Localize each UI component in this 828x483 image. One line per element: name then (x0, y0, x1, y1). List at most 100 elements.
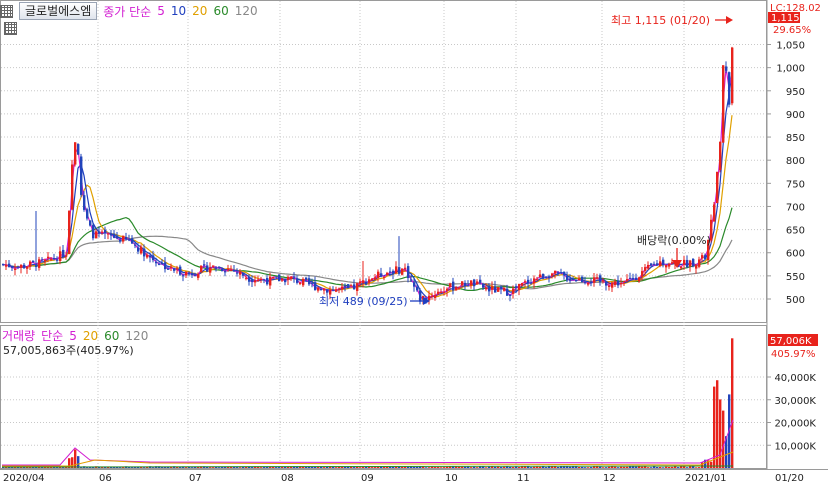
chart-window: 1,050 1,000 950 900 850 800 750 700 650 600 550 500… (0, 0, 828, 483)
candle-body (161, 263, 164, 265)
candle-body (200, 265, 203, 273)
volume-bar (473, 466, 476, 468)
volume-bar (326, 466, 329, 468)
volume-tick-label: 30,000K (774, 396, 816, 407)
price-tick-label: 950 (786, 87, 805, 98)
volume-bar (434, 467, 437, 468)
x-axis-labels: 2020/04 06 07 08 09 10 11 12 2021/01 01/20 (3, 473, 804, 483)
candle-body (626, 279, 629, 281)
price-panel-frame (0, 0, 767, 323)
volume-bar (443, 467, 446, 468)
candle-body (98, 231, 101, 234)
candle-body (527, 279, 530, 284)
candle-body (185, 271, 188, 276)
vol-ma-5-label: 5 (69, 328, 77, 343)
candle-body (275, 276, 278, 278)
candle-body (107, 233, 110, 235)
grid-icon[interactable] (0, 4, 13, 18)
candle-body (473, 279, 476, 287)
candle-body (65, 255, 68, 257)
candle-body (401, 268, 404, 275)
candle-body (167, 268, 170, 270)
volume-bar (359, 467, 362, 468)
candle-body (548, 276, 551, 279)
candle-body (638, 277, 641, 282)
candle-body (464, 282, 467, 287)
candle-body (440, 291, 443, 293)
candle-body (641, 271, 644, 277)
candle-body (719, 141, 722, 170)
candle-body (281, 278, 284, 281)
x-axis-label: 09 (361, 473, 374, 483)
candle-body (110, 234, 113, 236)
candle-body (293, 276, 296, 278)
volume-bar (617, 467, 620, 468)
candle-body (353, 284, 356, 290)
candle-body (728, 72, 731, 105)
candle-body (680, 267, 683, 269)
candle-body (557, 272, 560, 274)
volume-bar (260, 467, 263, 468)
candle-body (560, 272, 563, 274)
volume-bar (536, 466, 539, 468)
candle-body (566, 275, 569, 281)
candle-body (302, 278, 305, 286)
candle-body (311, 282, 314, 284)
volume-change-pct: 405.97% (771, 349, 816, 360)
candle-body (188, 272, 191, 274)
candle-body (341, 286, 344, 290)
candle-body (515, 286, 518, 288)
candle-body (416, 287, 419, 291)
candle-body (716, 172, 719, 204)
volume-bar (191, 467, 194, 468)
candle-body (269, 276, 272, 286)
candle-body (89, 220, 92, 226)
candle-body (542, 273, 545, 279)
price-axis-ticks: 1,050 1,000 950 900 850 800 750 700 650 600 550 500 (767, 41, 805, 306)
volume-bar (470, 467, 473, 468)
volume-bar (605, 467, 608, 468)
candle-body (647, 264, 650, 269)
candle-body (125, 236, 128, 239)
candle-body (284, 278, 287, 283)
candle-body (338, 288, 341, 290)
candle-body (407, 266, 410, 278)
candle-body (449, 283, 452, 287)
candle-body (452, 281, 455, 291)
stock-name-button[interactable]: 글로벌에스엠 (19, 2, 98, 20)
grid-icon-secondary[interactable] (4, 22, 17, 35)
candle-body (320, 289, 323, 291)
candle-body (485, 287, 488, 290)
candle-body (563, 271, 566, 276)
volume-axis-ticks: 40,000K 30,000K 20,000K 10,000K (767, 373, 816, 452)
volume-bar (476, 467, 479, 468)
candle-body (260, 278, 263, 280)
candle-body (14, 268, 17, 270)
candle-body (404, 267, 407, 269)
candle-body (497, 287, 500, 292)
candle-body (80, 156, 83, 195)
candle-body (155, 261, 158, 264)
volume-bar (401, 466, 404, 468)
volume-bar (353, 467, 356, 468)
candle-body (23, 264, 26, 269)
candle-body (266, 278, 269, 285)
price-tick-label: 900 (786, 110, 805, 121)
candle-body (236, 272, 239, 274)
candle-body (116, 235, 119, 239)
volume-bar (629, 466, 632, 468)
volume-bar (212, 467, 215, 468)
volume-bar (365, 466, 368, 468)
candle-body (134, 244, 137, 246)
volume-bar (659, 466, 662, 468)
candle-body (179, 266, 182, 275)
candle-body (347, 284, 350, 289)
candle-body (446, 288, 449, 292)
candle-body (536, 279, 539, 281)
candle-body (263, 279, 266, 281)
candle-body (314, 282, 317, 291)
chart-svg[interactable]: 1,050 1,000 950 900 850 800 750 700 650 600 550 500… (0, 0, 828, 483)
ma-60-line (2, 207, 733, 291)
volume-bar (437, 467, 440, 468)
candle-body (419, 290, 422, 302)
